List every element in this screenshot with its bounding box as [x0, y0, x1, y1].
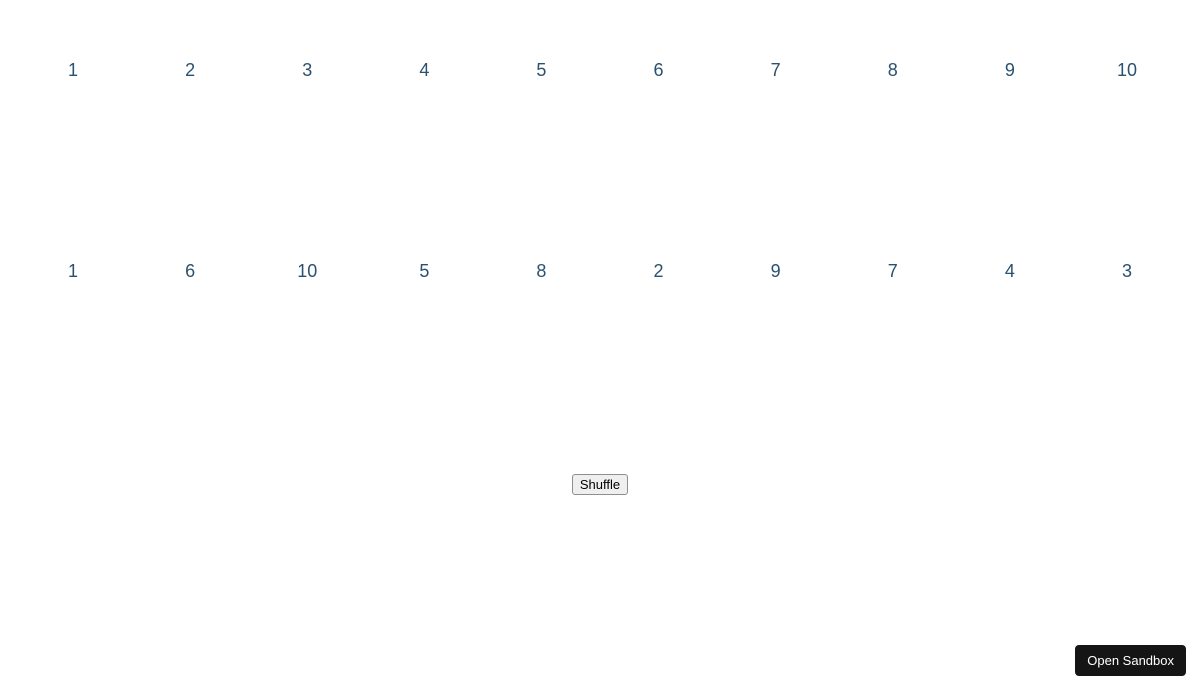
list-item: 1 — [60, 60, 86, 81]
list-item: 3 — [294, 60, 320, 81]
list-item: 2 — [646, 261, 672, 282]
number-row-ordered: 1 2 3 4 5 6 7 8 9 10 — [0, 60, 1200, 81]
list-item: 2 — [177, 60, 203, 81]
list-item: 7 — [763, 60, 789, 81]
list-item: 8 — [880, 60, 906, 81]
list-item: 6 — [646, 60, 672, 81]
list-item: 10 — [1114, 60, 1140, 81]
list-item: 7 — [880, 261, 906, 282]
shuffle-button[interactable]: Shuffle — [572, 474, 628, 495]
list-item: 4 — [997, 261, 1023, 282]
list-item: 4 — [411, 60, 437, 81]
list-item: 9 — [997, 60, 1023, 81]
number-row-shuffled: 1 6 10 5 8 2 9 7 4 3 — [0, 261, 1200, 282]
list-item: 10 — [294, 261, 320, 282]
list-item: 5 — [411, 261, 437, 282]
list-item: 9 — [763, 261, 789, 282]
list-item: 6 — [177, 261, 203, 282]
list-item: 5 — [528, 60, 554, 81]
button-container: Shuffle — [0, 474, 1200, 495]
open-sandbox-button[interactable]: Open Sandbox — [1075, 645, 1186, 676]
list-item: 1 — [60, 261, 86, 282]
list-item: 3 — [1114, 261, 1140, 282]
list-item: 8 — [528, 261, 554, 282]
